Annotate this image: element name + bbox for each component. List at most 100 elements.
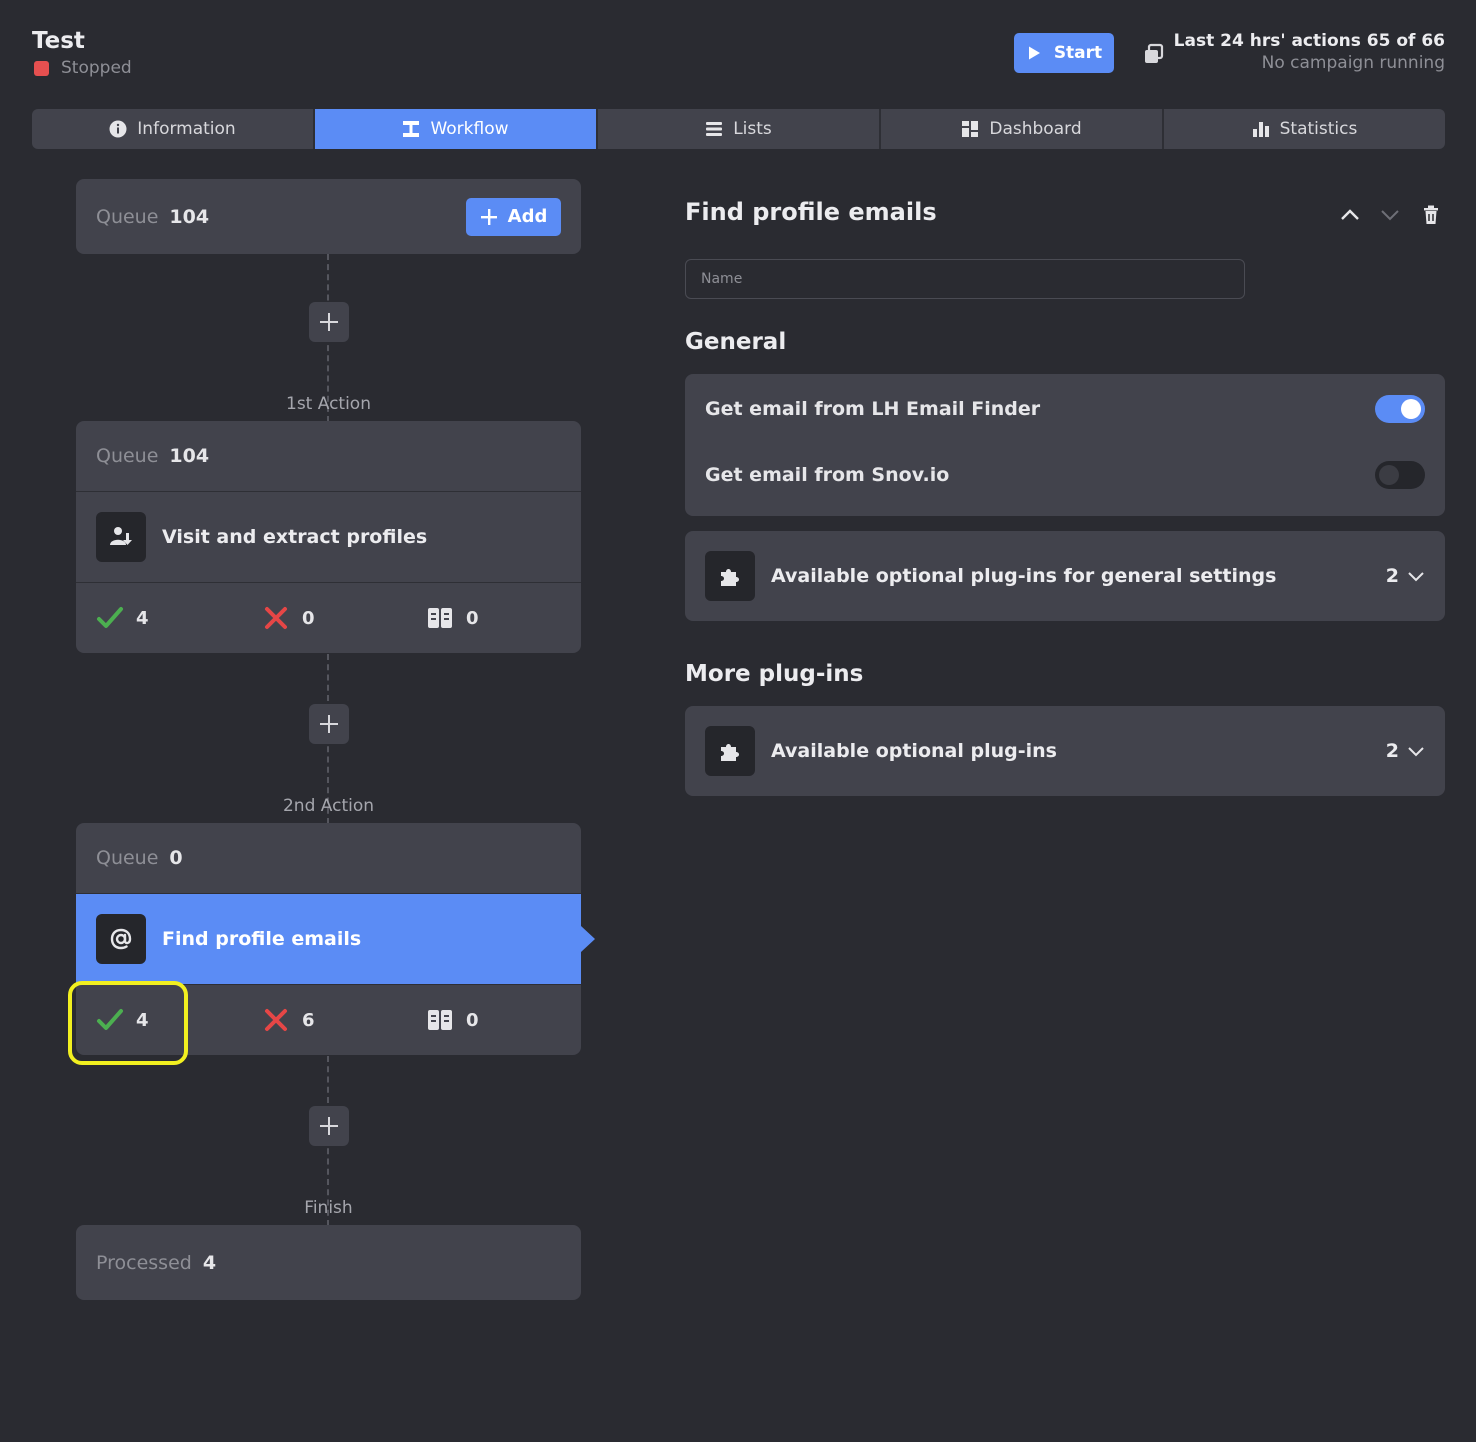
- success-count: 4: [136, 1009, 149, 1031]
- skipped-count: 0: [466, 1009, 479, 1031]
- snov-toggle[interactable]: [1375, 461, 1425, 489]
- stat-failed[interactable]: 0: [262, 604, 315, 632]
- skipped-count: 0: [466, 607, 479, 629]
- toggle-row-snov: Get email from Snov.io: [685, 442, 1445, 508]
- general-heading: General: [685, 329, 787, 355]
- more-plugins-expander[interactable]: Available optional plug-ins 2: [685, 706, 1445, 796]
- processed-label: Processed: [96, 1251, 192, 1274]
- success-count: 4: [136, 607, 149, 629]
- queue-count: 0: [169, 847, 183, 869]
- tab-statistics-label: Statistics: [1279, 119, 1358, 139]
- general-settings-box: Get email from LH Email Finder Get email…: [685, 374, 1445, 516]
- plugins-label: Available optional plug-ins: [771, 740, 1057, 762]
- chevron-down-icon[interactable]: [1379, 204, 1401, 226]
- tab-information-label: Information: [137, 119, 236, 139]
- tab-lists-label: Lists: [733, 119, 772, 139]
- bar-chart-icon: [1252, 122, 1269, 137]
- queue-label: Queue: [96, 847, 159, 869]
- action-find-emails[interactable]: Find profile emails: [76, 894, 595, 984]
- chevron-down-icon: [1408, 572, 1424, 582]
- action-name: Visit and extract profiles: [162, 526, 428, 548]
- campaign-running-status: No campaign running: [1261, 53, 1445, 73]
- dashboard-icon: [962, 121, 979, 137]
- action-card-1: Queue 104 Visit and extract profiles 4 0…: [76, 421, 581, 653]
- plus-icon: [320, 1117, 338, 1135]
- step-label: 1st Action: [286, 394, 371, 414]
- step-label: Finish: [304, 1198, 353, 1218]
- toggle-label: Get email from Snov.io: [705, 464, 950, 486]
- general-plugins-box: Available optional plug-ins for general …: [685, 531, 1445, 621]
- panel-title: Find profile emails: [685, 198, 937, 226]
- info-icon: [109, 120, 127, 138]
- add-button-label: Add: [507, 206, 548, 227]
- add-step-button[interactable]: [309, 1106, 349, 1146]
- plugins-count: 2: [1385, 565, 1399, 587]
- stat-skipped[interactable]: 0: [426, 1006, 479, 1034]
- name-input[interactable]: [685, 259, 1245, 299]
- duplicate-icon[interactable]: [1142, 42, 1166, 66]
- plus-icon: [320, 313, 338, 331]
- trash-icon[interactable]: [1420, 204, 1442, 226]
- tab-dashboard-label: Dashboard: [989, 119, 1082, 139]
- chevron-down-icon: [1408, 747, 1424, 757]
- toggle-row-lh-finder: Get email from LH Email Finder: [685, 376, 1445, 442]
- plus-icon: [320, 715, 338, 733]
- checkmark-icon: [97, 1009, 123, 1030]
- user-download-icon: [96, 512, 146, 562]
- add-step-button[interactable]: [309, 704, 349, 744]
- action-name: Find profile emails: [162, 928, 362, 950]
- stat-skipped[interactable]: 0: [426, 604, 479, 632]
- stat-success[interactable]: 4: [96, 604, 149, 632]
- skip-icon: [428, 1010, 452, 1030]
- lh-email-finder-toggle[interactable]: [1375, 395, 1425, 423]
- puzzle-icon: [705, 551, 755, 601]
- at-sign-icon: [96, 914, 146, 964]
- cross-icon: [265, 1009, 287, 1031]
- workflow-icon: [403, 121, 420, 137]
- start-queue-card: Queue 104 Add: [76, 179, 581, 254]
- actions-count: Last 24 hrs' actions 65 of 66: [1173, 31, 1445, 51]
- plus-icon: [480, 208, 497, 225]
- cross-icon: [265, 607, 287, 629]
- start-button[interactable]: Start: [1014, 33, 1114, 73]
- queue-label: Queue: [96, 205, 159, 228]
- more-plugins-box: Available optional plug-ins 2: [685, 706, 1445, 796]
- tab-bar: Information Workflow Lists Dashboard Sta…: [32, 109, 1445, 149]
- toggle-label: Get email from LH Email Finder: [705, 398, 1041, 420]
- failed-count: 6: [302, 1009, 315, 1031]
- plugins-count: 2: [1385, 740, 1399, 762]
- tab-dashboard[interactable]: Dashboard: [881, 109, 1164, 149]
- processed-count: 4: [202, 1251, 217, 1274]
- skip-icon: [428, 608, 452, 628]
- campaign-title: Test: [32, 28, 85, 54]
- list-icon: [706, 122, 723, 136]
- stat-success[interactable]: 4: [96, 1006, 149, 1034]
- tab-workflow-label: Workflow: [430, 119, 509, 139]
- more-plugins-heading: More plug-ins: [685, 661, 864, 687]
- action-limits: Last 24 hrs' actions 65 of 66 No campaig…: [1174, 31, 1445, 73]
- add-button[interactable]: Add: [466, 197, 561, 236]
- stat-failed[interactable]: 6: [262, 1006, 315, 1034]
- finish-card: Processed 4: [76, 1225, 581, 1300]
- failed-count: 0: [302, 607, 315, 629]
- action-card-2: Queue 0 Find profile emails 4 6 0: [76, 823, 595, 1055]
- tab-workflow[interactable]: Workflow: [315, 109, 598, 149]
- queue-count: 104: [169, 445, 210, 467]
- queue-count: 104: [169, 205, 210, 228]
- general-plugins-expander[interactable]: Available optional plug-ins for general …: [685, 531, 1445, 621]
- tab-information[interactable]: Information: [32, 109, 315, 149]
- status-stopped-icon: [34, 60, 49, 76]
- queue-label: Queue: [96, 445, 159, 467]
- action-visit-extract[interactable]: Visit and extract profiles: [76, 492, 581, 582]
- add-step-button[interactable]: [309, 302, 349, 342]
- start-button-label: Start: [1053, 43, 1103, 63]
- chevron-up-icon[interactable]: [1339, 204, 1361, 226]
- tab-statistics[interactable]: Statistics: [1164, 109, 1445, 149]
- puzzle-icon: [705, 726, 755, 776]
- play-icon: [1028, 46, 1040, 60]
- step-label: 2nd Action: [282, 796, 375, 816]
- campaign-status: Stopped: [34, 58, 132, 78]
- tab-lists[interactable]: Lists: [598, 109, 881, 149]
- status-label: Stopped: [61, 58, 132, 78]
- checkmark-icon: [97, 607, 123, 628]
